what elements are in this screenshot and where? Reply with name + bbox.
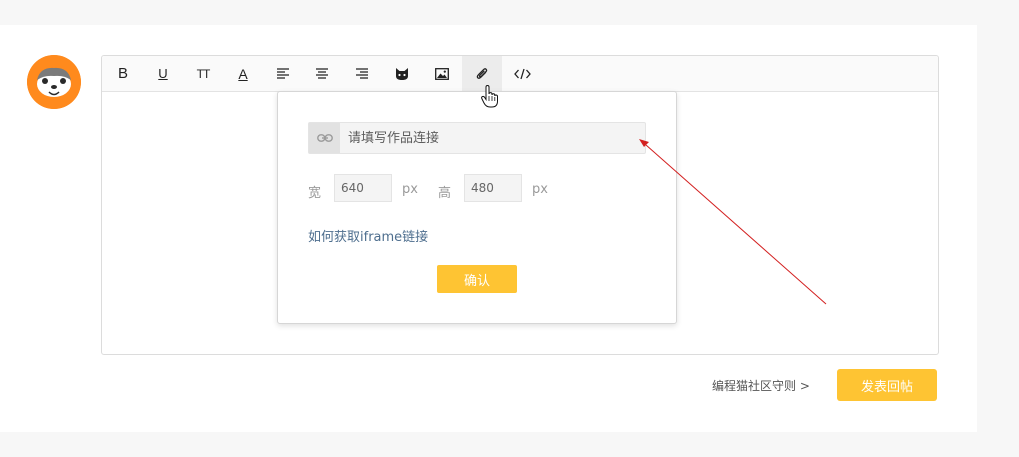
iframe-help-link[interactable]: 如何获取iframe链接 — [308, 226, 428, 245]
user-avatar[interactable] — [27, 55, 81, 109]
text-size-button[interactable]: TT — [183, 56, 223, 91]
underline-button[interactable]: U — [143, 56, 183, 91]
bold-button[interactable]: B — [103, 56, 143, 91]
height-unit: px — [532, 182, 548, 197]
community-rules-link[interactable]: 编程猫社区守则 > — [712, 377, 810, 394]
avatar-cat-icon — [27, 55, 81, 109]
height-label: 高 — [438, 186, 452, 201]
code-icon — [513, 68, 531, 79]
codemao-cat-icon — [396, 67, 408, 80]
font-color-button[interactable]: A — [223, 56, 263, 91]
work-url-field — [308, 122, 655, 154]
align-center-icon — [316, 68, 328, 79]
paperclip-icon — [476, 68, 488, 79]
font-color-icon: A — [238, 65, 248, 82]
text-size-icon: TT — [196, 66, 211, 81]
underline-icon: U — [158, 66, 168, 81]
insert-work-button[interactable] — [382, 56, 422, 91]
width-label: 宽 — [308, 186, 322, 201]
link-icon — [309, 123, 340, 153]
align-left-button[interactable] — [263, 56, 303, 91]
width-input[interactable] — [334, 174, 392, 202]
confirm-button[interactable]: 确认 — [437, 265, 517, 293]
embed-link-popup: 宽 px 高 px 如何获取iframe链接 确认 — [277, 91, 677, 324]
insert-image-button[interactable] — [422, 56, 462, 91]
height-input[interactable] — [464, 174, 522, 202]
bold-icon: B — [117, 65, 128, 82]
align-right-button[interactable] — [342, 56, 382, 91]
image-icon — [435, 67, 449, 80]
insert-code-button[interactable] — [502, 56, 542, 91]
align-center-button[interactable] — [302, 56, 342, 91]
align-left-icon — [277, 68, 289, 79]
work-url-input[interactable] — [341, 123, 655, 153]
align-right-icon — [356, 68, 368, 79]
hand-cursor-icon — [481, 85, 498, 108]
width-unit: px — [402, 182, 418, 197]
editor-toolbar: B U TT A — [102, 56, 938, 92]
submit-reply-button[interactable]: 发表回帖 — [837, 369, 937, 401]
